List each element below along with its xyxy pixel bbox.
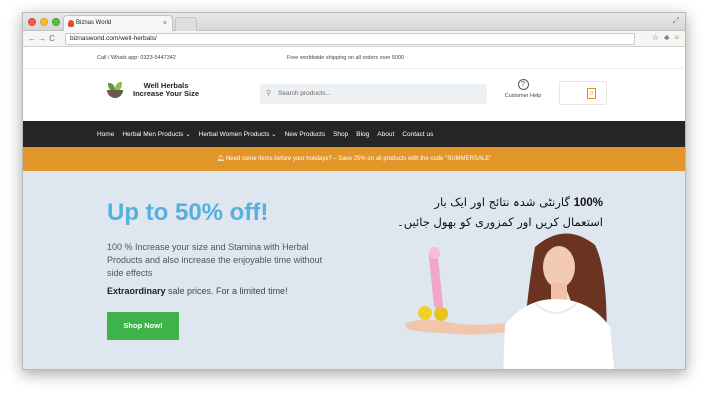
phone-contact: Call / Whats app: 0323-5447342 [97, 55, 176, 61]
top-info-bar: Call / Whats app: 0323-5447342 Free worl… [23, 47, 685, 69]
urdu-line1: 100% گارنٹی شدہ نتائج اور ایک بار [373, 193, 603, 213]
logo-text: Well Herbals Increase Your Size [133, 82, 199, 98]
cart-button[interactable]: 0 [559, 81, 607, 105]
address-bar-icons: ☆ ♣ ≡ [652, 33, 679, 42]
site-header: Well Herbals Increase Your Size ⚲ Search… [23, 69, 685, 121]
shopping-bag-icon: 0 [587, 88, 596, 99]
hero-subtext: Extraordinary sale prices. For a limited… [107, 286, 288, 296]
tab-title: Biznas World [76, 20, 112, 26]
address-bar: ← → C biznasworld.com/well-herbals/ ☆ ♣ … [23, 31, 685, 47]
customer-help-label: Customer Help [504, 93, 542, 99]
tab-biznas-world[interactable]: Biznas World × [63, 15, 173, 31]
logo-line2: Increase Your Size [133, 89, 200, 98]
hero-model-image [405, 233, 615, 369]
back-button[interactable]: ← [27, 34, 37, 43]
tab-strip: Biznas World × ⤢ [23, 13, 685, 31]
shop-now-button[interactable]: Shop Now! [107, 312, 179, 340]
urdu-percent: 100% [573, 197, 603, 209]
hero-section: Up to 50% off! 100 % Increase your size … [23, 171, 685, 369]
herbal-bowl-icon [105, 81, 125, 99]
main-navigation: Home Herbal Men Products ⌄ Herbal Women … [23, 121, 685, 147]
url-field[interactable]: biznasworld.com/well-herbals/ [65, 33, 635, 45]
nav-item-herbal-women[interactable]: Herbal Women Products ⌄ [199, 130, 277, 138]
nav-item-home[interactable]: Home [97, 131, 114, 138]
tab-close-icon[interactable]: × [163, 16, 167, 31]
urdu-line1-text: گارنٹی شدہ نتائج اور ایک بار [434, 195, 574, 209]
hero-subtext-bold: Extraordinary [107, 286, 166, 296]
help-icon: ? [517, 79, 529, 90]
favicon-icon [68, 20, 74, 27]
nav-item-new-products[interactable]: New Products [285, 131, 325, 138]
search-input[interactable]: ⚲ Search products... [260, 84, 487, 104]
maximize-window-icon[interactable] [52, 18, 60, 26]
nav-item-about[interactable]: About [377, 131, 394, 138]
forward-button[interactable]: → [37, 34, 47, 43]
bookmark-star-icon[interactable]: ☆ [652, 33, 659, 42]
nav-item-contact[interactable]: Contact us [402, 131, 433, 138]
fullscreen-icon[interactable]: ⤢ [673, 16, 679, 26]
promo-banner: 🔔︎ Need some items before your holidays?… [23, 147, 685, 171]
minimize-window-icon[interactable] [40, 18, 48, 26]
hero-heading: Up to 50% off! [107, 199, 269, 226]
customer-help-button[interactable]: ? Customer Help [501, 79, 545, 99]
hero-description: 100 % Increase your size and Stamina wit… [107, 242, 323, 278]
reload-button[interactable]: C [47, 34, 57, 43]
promo-bell-icon: 🔔︎ [216, 156, 226, 162]
nav-item-blog[interactable]: Blog [356, 131, 369, 138]
promo-text: Need some items before your holidays? – … [225, 156, 492, 162]
new-tab-button[interactable] [175, 17, 197, 31]
nav-item-shop[interactable]: Shop [333, 131, 348, 138]
search-placeholder: Search products... [278, 90, 331, 97]
extension-icon[interactable]: ♣ [664, 33, 669, 42]
window-controls [28, 18, 60, 26]
menu-icon[interactable]: ≡ [674, 33, 679, 42]
close-window-icon[interactable] [28, 18, 36, 26]
search-icon: ⚲ [266, 90, 272, 97]
browser-window: Biznas World × ⤢ ← → C biznasworld.com/w… [22, 12, 686, 370]
shipping-notice: Free worldwide shipping on all orders ov… [287, 55, 405, 61]
nav-item-herbal-men[interactable]: Herbal Men Products ⌄ [122, 130, 190, 138]
hero-subtext-rest: sale prices. For a limited time! [165, 286, 288, 296]
site-logo[interactable]: Well Herbals Increase Your Size [105, 81, 199, 99]
